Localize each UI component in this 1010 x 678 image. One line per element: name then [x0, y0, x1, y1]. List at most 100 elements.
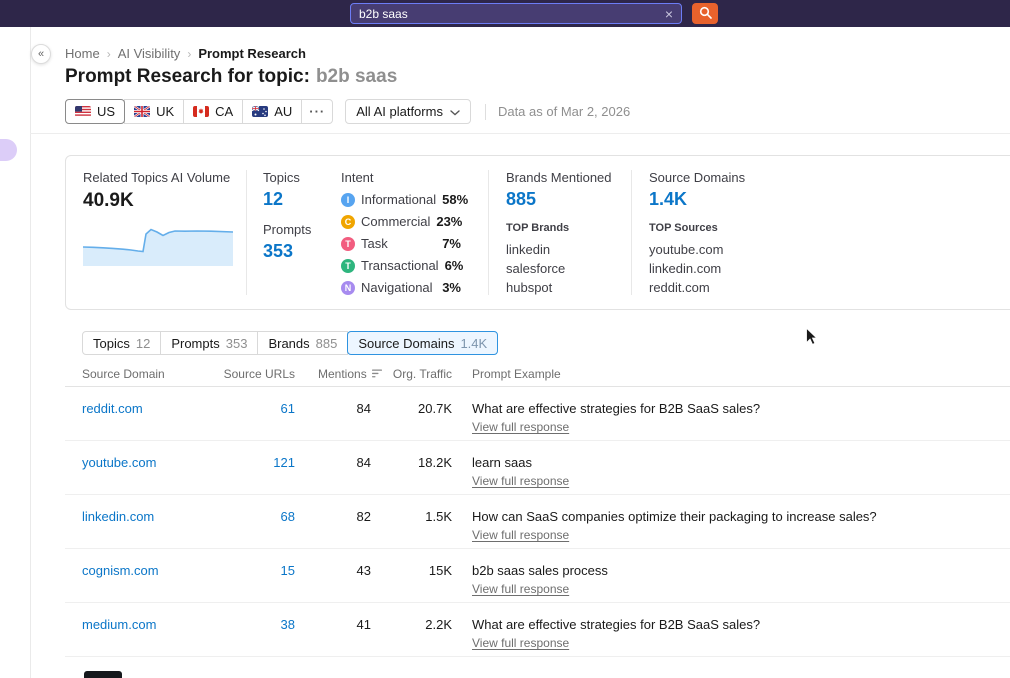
tab-count: 12: [136, 336, 150, 351]
intent-row-commercial: C Commercial 23%: [341, 214, 461, 229]
transactional-intent-icon: T: [341, 259, 355, 273]
brands-mentioned-value[interactable]: 885: [506, 189, 612, 210]
ai-volume-sparkline: [83, 220, 233, 266]
tab-label: Prompts: [171, 336, 219, 351]
top-brands-label: TOP Brands: [506, 222, 612, 234]
more-countries-button[interactable]: ···: [301, 99, 333, 124]
navigational-intent-icon: N: [341, 281, 355, 295]
breadcrumb-separator-icon: ›: [187, 47, 191, 61]
tab-label: Topics: [93, 336, 130, 351]
clear-search-icon[interactable]: ×: [665, 7, 673, 21]
ai-platforms-label: All AI platforms: [356, 104, 443, 119]
prompts-value[interactable]: 353: [263, 241, 311, 262]
source-urls-value[interactable]: 15: [215, 563, 295, 578]
ai-platforms-dropdown[interactable]: All AI platforms: [345, 99, 471, 124]
view-full-response-link[interactable]: View full response: [472, 528, 569, 542]
country-tab-us[interactable]: US: [65, 99, 125, 124]
source-urls-value[interactable]: 121: [215, 455, 295, 470]
col-prompt-example: Prompt Example: [472, 367, 561, 381]
col-org-traffic: Org. Traffic: [385, 367, 452, 381]
top-source-item: youtube.com: [649, 240, 745, 259]
intent-name: Commercial: [361, 214, 430, 229]
view-full-response-link[interactable]: View full response: [472, 474, 569, 488]
source-urls-value[interactable]: 61: [215, 401, 295, 416]
card-divider: [488, 170, 489, 295]
mentions-value: 84: [315, 401, 371, 416]
source-domain-link[interactable]: medium.com: [82, 617, 156, 632]
country-code-label: UK: [156, 104, 174, 119]
intent-label: Intent: [341, 170, 461, 185]
source-domain-link[interactable]: youtube.com: [82, 455, 156, 470]
country-tab-ca[interactable]: CA: [183, 99, 243, 124]
sidebar-collapse-button[interactable]: «: [31, 44, 51, 64]
topics-prompts-block: Topics 12 Prompts 353: [263, 170, 311, 262]
overview-panel: Related Topics AI Volume 40.9K Topics 12…: [65, 155, 1010, 310]
view-full-response-link[interactable]: View full response: [472, 636, 569, 650]
search-input[interactable]: [359, 7, 659, 21]
brands-mentioned-label: Brands Mentioned: [506, 170, 612, 185]
mentions-value: 43: [315, 563, 371, 578]
source-urls-value[interactable]: 68: [215, 509, 295, 524]
top-brand-item: linkedin: [506, 240, 612, 259]
source-domain-link[interactable]: cognism.com: [82, 563, 159, 578]
intent-name: Navigational: [361, 280, 433, 295]
header-divider: [30, 133, 1010, 134]
tab-prompts[interactable]: Prompts 353: [160, 331, 258, 355]
au-flag-icon: [252, 106, 268, 117]
informational-intent-icon: I: [341, 193, 355, 207]
ai-volume-label: Related Topics AI Volume: [83, 170, 233, 185]
source-domain-link[interactable]: reddit.com: [82, 401, 143, 416]
top-brand-item: hubspot: [506, 278, 612, 297]
view-full-response-link[interactable]: View full response: [472, 420, 569, 434]
intent-percent: 7%: [442, 236, 461, 251]
tab-brands[interactable]: Brands 885: [257, 331, 348, 355]
topics-value[interactable]: 12: [263, 189, 311, 210]
commercial-intent-icon: C: [341, 215, 355, 229]
search-button[interactable]: [692, 3, 718, 24]
col-source-urls: Source URLs: [215, 367, 295, 381]
view-full-response-link[interactable]: View full response: [472, 582, 569, 596]
country-tab-au[interactable]: AU: [242, 99, 302, 124]
top-source-item: linkedin.com: [649, 259, 745, 278]
source-domains-table: Source Domain Source URLs Mentions Org. …: [65, 362, 1010, 657]
breadcrumb-current-page: Prompt Research: [198, 46, 306, 61]
partial-tooltip: [84, 671, 122, 678]
breadcrumb-home[interactable]: Home: [65, 46, 100, 61]
left-edge-tab[interactable]: [0, 139, 17, 161]
col-mentions[interactable]: Mentions: [318, 367, 383, 381]
breadcrumb: Home › AI Visibility › Prompt Research: [65, 46, 306, 61]
topbar-search-box[interactable]: ×: [350, 3, 682, 24]
sort-icon[interactable]: [372, 367, 383, 381]
filters-separator: [485, 104, 486, 120]
source-domain-link[interactable]: linkedin.com: [82, 509, 154, 524]
table-row: youtube.com 121 84 18.2K learn saas View…: [65, 441, 1010, 495]
tab-topics[interactable]: Topics 12: [82, 331, 161, 355]
table-header: Source Domain Source URLs Mentions Org. …: [65, 362, 1010, 387]
page-title-topic: b2b saas: [316, 66, 397, 87]
source-urls-value[interactable]: 38: [215, 617, 295, 632]
tab-source-domains[interactable]: Source Domains 1.4K: [347, 331, 498, 355]
task-intent-icon: T: [341, 237, 355, 251]
org-traffic-value: 1.5K: [385, 509, 452, 524]
intent-name: Transactional: [361, 258, 439, 273]
breadcrumb-ai-visibility[interactable]: AI Visibility: [118, 46, 181, 61]
country-tab-uk[interactable]: UK: [124, 99, 184, 124]
page-title: Prompt Research for topic: b2b saas: [65, 66, 397, 88]
search-icon: [699, 6, 712, 22]
source-domains-value[interactable]: 1.4K: [649, 189, 745, 210]
prompt-example-text: b2b saas sales process: [472, 563, 608, 578]
intent-row-informational: I Informational 58%: [341, 192, 461, 207]
table-row: linkedin.com 68 82 1.5K How can SaaS com…: [65, 495, 1010, 549]
prompts-label: Prompts: [263, 222, 311, 237]
card-divider: [246, 170, 247, 295]
data-as-of-label: Data as of Mar 2, 2026: [498, 104, 630, 119]
tab-count: 1.4K: [460, 336, 487, 351]
ai-volume-block: Related Topics AI Volume 40.9K: [83, 170, 233, 266]
top-sources-label: TOP Sources: [649, 222, 745, 234]
page-title-prefix: Prompt Research for topic:: [65, 66, 310, 87]
prompt-example-text: learn saas: [472, 455, 532, 470]
card-divider: [631, 170, 632, 295]
intent-percent: 6%: [445, 258, 464, 273]
tab-count: 353: [226, 336, 248, 351]
brands-block: Brands Mentioned 885 TOP Brands linkedin…: [506, 170, 612, 297]
